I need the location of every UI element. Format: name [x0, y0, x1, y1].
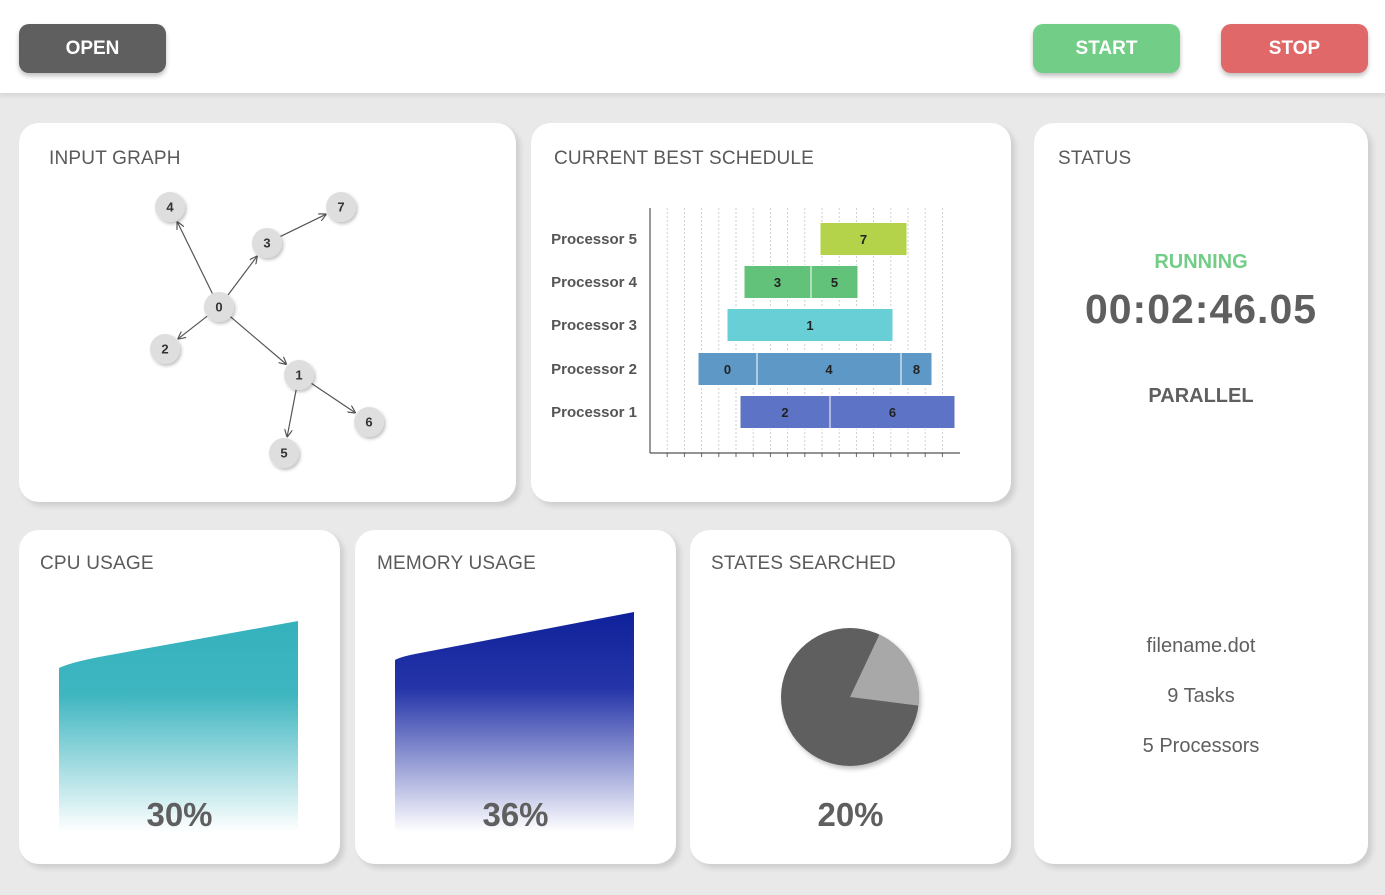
task-bar-label: 1	[806, 318, 813, 333]
graph-node-1[interactable]: 1	[284, 360, 314, 390]
states-searched-card: STATES SEARCHED 20%	[690, 530, 1011, 864]
graph-node-7[interactable]: 7	[326, 192, 356, 222]
graph-node-0[interactable]: 0	[204, 292, 234, 322]
task-bar-label: 5	[831, 275, 838, 290]
task-bar-label: 3	[774, 275, 781, 290]
task-bar-4[interactable]: 4	[756, 352, 902, 386]
cpu-usage-percent: 30%	[146, 796, 213, 833]
graph-node-label: 2	[161, 342, 168, 357]
schedule-task-bars: 7 3 5 1 0 4 8 2 6	[697, 222, 956, 429]
start-button[interactable]: START	[1033, 24, 1180, 73]
graph-edge-1-6	[311, 382, 354, 412]
graph-node-label: 3	[263, 236, 270, 251]
task-bar-label: 6	[889, 405, 896, 420]
graph-node-label: 7	[337, 200, 344, 215]
schedule-processor-labels: Processor 5 Processor 4 Processor 3 Process…	[551, 231, 638, 421]
graph-edge-0-4	[177, 222, 213, 294]
task-bar-6[interactable]: 6	[829, 395, 956, 429]
input-graph-card: INPUT GRAPH 01234567	[19, 123, 516, 502]
task-bar-label: 8	[913, 362, 920, 377]
processor-label: Processor 1	[551, 404, 637, 421]
graph-node-4[interactable]: 4	[155, 192, 185, 222]
task-bar-1[interactable]: 1	[726, 308, 894, 342]
processor-label: Processor 5	[551, 231, 637, 248]
schedule-chart: Processor 5 Processor 4 Processor 3 Process…	[551, 208, 960, 457]
execution-mode: PARALLEL	[1148, 385, 1254, 407]
graph-node-3[interactable]: 3	[252, 228, 282, 258]
memory-usage-percent: 36%	[482, 796, 549, 833]
graph-node-label: 1	[295, 368, 302, 383]
task-bar-label: 2	[781, 405, 788, 420]
processor-label: Processor 2	[551, 361, 637, 378]
elapsed-timer: 00:02:46.05	[1084, 286, 1318, 332]
task-bar-label: 4	[825, 362, 833, 377]
status-state: RUNNING	[1154, 251, 1248, 273]
task-bar-label: 0	[724, 362, 731, 377]
task-bar-label: 7	[860, 232, 867, 247]
processor-label: Processor 3	[551, 317, 637, 334]
graph-edge-0-2	[178, 315, 208, 338]
stop-button[interactable]: STOP	[1221, 24, 1368, 73]
task-bar-5[interactable]: 5	[810, 265, 859, 299]
graph-nodes: 0 1 2 3 4 5 6 7	[150, 192, 384, 468]
task-bar-8[interactable]: 8	[900, 352, 933, 386]
graph-node-label: 5	[280, 446, 287, 461]
graph-edge-0-1	[230, 316, 286, 364]
status-card: STATUS RUNNING 00:02:46.05 PARALLEL file…	[1034, 123, 1368, 864]
graph-edge-1-5	[287, 389, 297, 437]
memory-usage-card: MEMORY USAGE 36%	[355, 530, 676, 864]
schedule-card: CURRENT BEST SCHEDULE Processor 5 Process…	[531, 123, 1011, 502]
graph-node-label: 6	[365, 415, 372, 430]
graph-node-2[interactable]: 2	[150, 334, 180, 364]
task-bar-0[interactable]: 0	[697, 352, 758, 386]
task-bar-2[interactable]: 2	[739, 395, 831, 429]
graph-node-label: 0	[215, 300, 222, 315]
processor-count-label: 5 Processors	[1142, 735, 1260, 757]
task-bar-3[interactable]: 3	[743, 265, 812, 299]
graph-node-6[interactable]: 6	[354, 407, 384, 437]
task-bar-7[interactable]: 7	[819, 222, 908, 256]
states-searched-percent: 20%	[817, 796, 884, 833]
top-toolbar: OPEN START STOP	[0, 0, 1385, 93]
cpu-usage-card: CPU USAGE 30%	[19, 530, 340, 864]
graph-edge-0-3	[227, 257, 257, 296]
input-graph-canvas: 0 1 2 3 4 5 6 7	[150, 192, 384, 468]
filename-label: filename.dot	[1146, 635, 1256, 657]
graph-node-label: 4	[166, 200, 174, 215]
graph-node-5[interactable]: 5	[269, 438, 299, 468]
task-count-label: 9 Tasks	[1167, 685, 1235, 707]
graph-edge-3-7	[280, 214, 325, 237]
open-button[interactable]: OPEN	[19, 24, 166, 73]
processor-label: Processor 4	[551, 274, 638, 291]
states-pie	[781, 628, 919, 766]
status-title: STATUS	[1058, 148, 1132, 169]
